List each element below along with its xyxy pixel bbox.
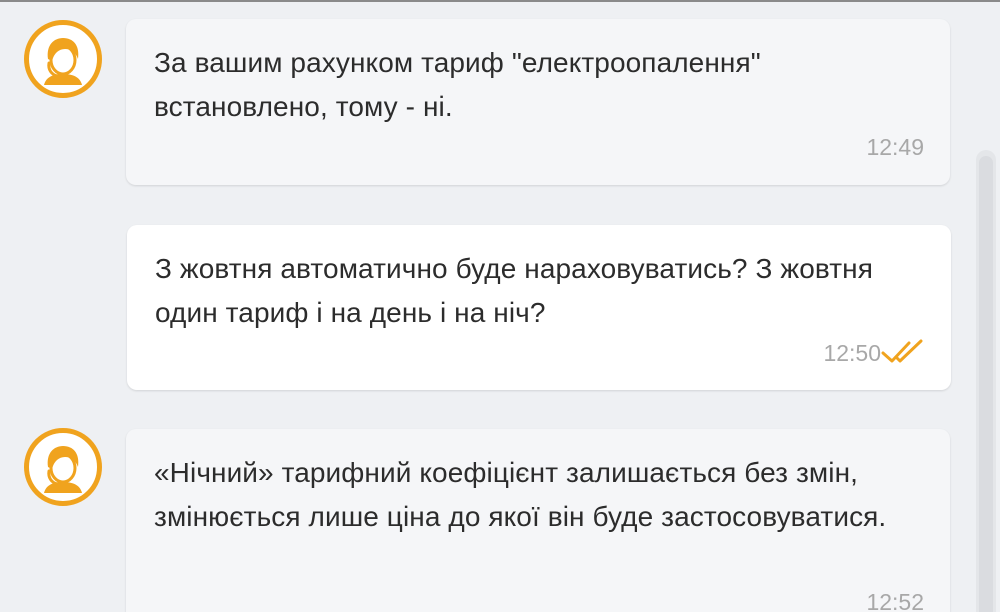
chat-window: За вашим рахунком тариф "електроопалення…: [0, 0, 1000, 612]
message-time: 12:49: [866, 134, 924, 160]
message-text: За вашим рахунком тариф "електроопалення…: [154, 47, 761, 122]
top-divider: [0, 0, 1000, 2]
message-bubble-user: З жовтня автоматично буде нараховуватись…: [127, 225, 951, 390]
double-check-icon: [881, 339, 923, 363]
message-bubble-operator: За вашим рахунком тариф "електроопалення…: [126, 19, 950, 185]
scrollbar-thumb[interactable]: [979, 156, 993, 612]
operator-avatar-icon: [24, 20, 102, 98]
message-bubble-operator: «Нічний» тарифний коефіцієнт залишається…: [126, 429, 950, 612]
message-time: 12:52: [866, 589, 924, 612]
message-text: «Нічний» тарифний коефіцієнт залишається…: [154, 457, 887, 532]
operator-avatar-icon: [24, 428, 102, 506]
message-text: З жовтня автоматично буде нараховуватись…: [155, 253, 873, 328]
message-time: 12:50: [823, 340, 881, 366]
